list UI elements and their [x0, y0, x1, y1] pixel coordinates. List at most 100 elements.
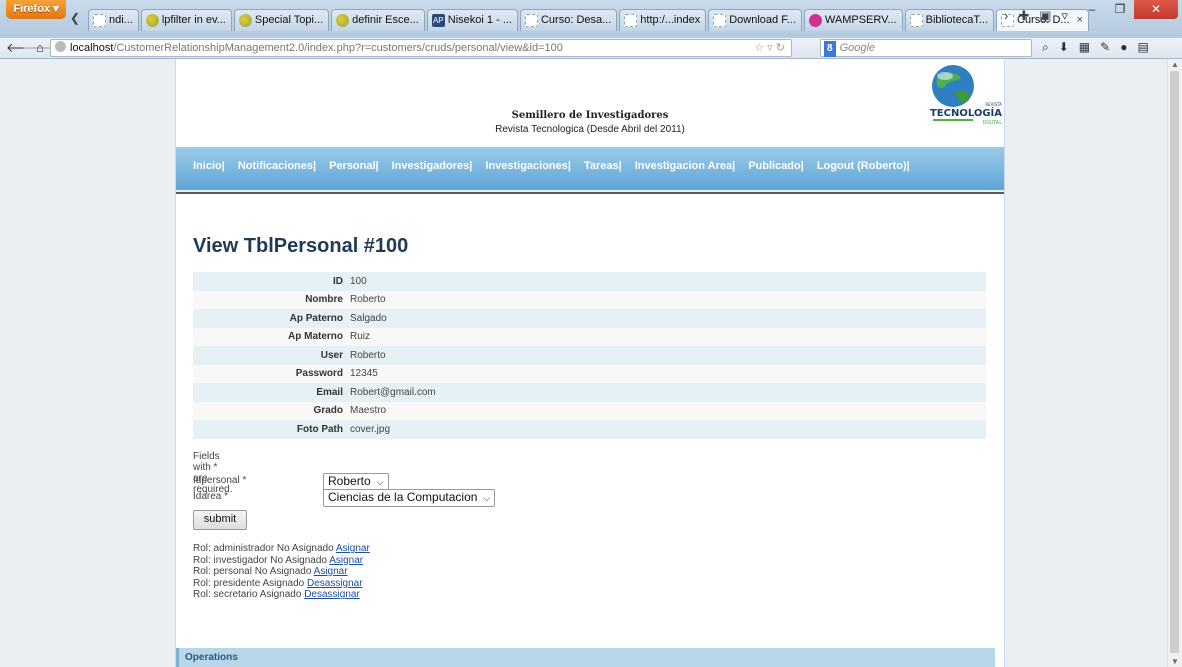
role-action-link[interactable]: Asignar [314, 566, 348, 577]
role-text: Rol: personal No Asignado [193, 566, 312, 577]
roles-list: Rol: administrador No Asignado Asignar Ro… [193, 543, 370, 601]
menu-item[interactable]: Inicio| [193, 160, 225, 172]
tab-strip: ndi... lpfilter in ev... Special Topi... de… [88, 9, 1090, 31]
idpersonal-selected-value: Roberto [328, 474, 371, 488]
idarea-selected-value: Ciencias de la Computacion [328, 490, 478, 504]
adblock-icon[interactable]: ● [1120, 40, 1127, 55]
field-value: Robert@gmail.com [350, 386, 436, 398]
chevron-down-icon: ⌵ [483, 493, 491, 503]
table-row: ID 100 [193, 272, 986, 291]
window-controls: – ❐ ✕ [1078, 0, 1178, 19]
page-title: View TblPersonal #100 [193, 235, 409, 257]
table-row: Ap Materno Ruiz [193, 327, 986, 346]
browser-tab[interactable]: AP Nisekoi 1 - ... [426, 9, 518, 31]
close-window-icon[interactable]: ✕ [1134, 0, 1178, 19]
field-label: Ap Paterno [289, 312, 343, 324]
addon-icon[interactable]: ✎ [1100, 40, 1110, 55]
menu-item[interactable]: Logout (Roberto)| [817, 160, 910, 172]
idarea-select[interactable]: Ciencias de la Computacion ⌵ [323, 489, 496, 507]
bookmark-star-icon[interactable]: ☆ [754, 42, 764, 54]
browser-tab[interactable]: lpfilter in ev... [140, 9, 232, 31]
minimize-icon[interactable]: – [1078, 0, 1106, 19]
firefox-menu-button[interactable]: Firefox ▾ [6, 0, 66, 19]
menu-item[interactable]: Investigaciones| [485, 160, 571, 172]
role-action-link[interactable]: Desassignar [307, 578, 363, 589]
field-value: Salgado [350, 312, 387, 324]
search-input[interactable]: 8 Google [820, 39, 1032, 57]
browser-tab[interactable]: ndi... [88, 9, 139, 31]
screenshot-icon[interactable]: ▦ [1079, 40, 1090, 55]
field-label: Nombre [305, 294, 343, 306]
table-row: Password 12345 [193, 364, 986, 383]
role-text: Rol: administrador No Asignado [193, 543, 334, 554]
browser-tab[interactable]: definir Esce... [331, 9, 425, 31]
menu-item[interactable]: Investigacion Area| [635, 160, 735, 172]
table-row: Nombre Roberto [193, 290, 986, 309]
role-item: Rol: administrador No Asignado Asignar [193, 543, 370, 555]
field-label: Grado [313, 405, 343, 417]
site-title: Semillero de Investigadores [511, 110, 669, 121]
logo-text-sub: DIGITAL [982, 120, 1002, 126]
operations-panel-header: Operations [176, 648, 995, 667]
page-favicon-icon [93, 14, 106, 27]
leaf-favicon-icon [145, 14, 159, 27]
site-identity-icon[interactable] [55, 41, 66, 52]
browser-tab[interactable]: Special Topi... [233, 9, 330, 31]
table-row: Ap Paterno Salgado [193, 309, 986, 328]
browser-tab-label: definir Esce... [352, 14, 419, 26]
leaf-favicon-icon [336, 14, 350, 27]
logo-text-top: REVISTA [985, 102, 1002, 107]
role-action-link[interactable]: Asignar [336, 543, 370, 554]
history-dropdown-icon[interactable]: ▿ [767, 42, 773, 54]
reload-icon[interactable]: ↻ [776, 42, 785, 54]
search-icon[interactable]: ⌕ [1042, 40, 1049, 55]
menu-item[interactable]: Notificaciones| [238, 160, 316, 172]
chevron-down-icon: ⌵ [376, 477, 384, 487]
menu-grid-icon[interactable]: ▤ [1137, 40, 1148, 55]
role-action-link[interactable]: Desassignar [304, 589, 360, 600]
menu-item[interactable]: Investigadores| [392, 160, 473, 172]
page-scrollbar[interactable]: ▲ ▼ [1167, 59, 1182, 667]
browser-tab[interactable]: http:/...index [619, 9, 707, 31]
download-icon[interactable]: ⬇ [1059, 40, 1069, 55]
role-text: Rol: secretario Asignado [193, 589, 302, 600]
submit-button[interactable]: submit [193, 510, 247, 530]
scroll-up-icon[interactable]: ▲ [1171, 60, 1179, 69]
restore-icon[interactable]: ❐ [1106, 0, 1134, 19]
page-favicon-icon [909, 14, 923, 27]
new-tab-icon[interactable]: ✚ [1018, 8, 1029, 24]
search-engine-icon[interactable]: 8 [824, 41, 836, 57]
tab-scroll-left-icon[interactable]: ❮ [70, 11, 80, 25]
role-action-link[interactable]: Asignar [329, 555, 363, 566]
tab-scroll-right-icon[interactable]: › [1004, 8, 1008, 24]
field-label: Password [295, 368, 343, 380]
role-text: Rol: investigador No Asignado [193, 554, 327, 566]
browser-tab-label: Special Topi... [254, 14, 324, 26]
browser-navigation-bar: 🡐 🡒 ⌂ localhost/CustomerRelationshipMana… [0, 38, 1182, 59]
home-icon[interactable]: ⌂ [36, 40, 44, 55]
page-container: Semillero de Investigadores Revista Tecn… [175, 59, 1005, 667]
url-path: /CustomerRelationshipManagement2.0/index… [113, 42, 563, 54]
browser-tab[interactable]: BibliotecaT... [904, 9, 994, 31]
field-label: Foto Path [296, 423, 343, 435]
field-value: cover.jpg [350, 423, 391, 435]
url-bar[interactable]: localhost/CustomerRelationshipManagement… [50, 39, 792, 57]
browser-tab[interactable]: Download F... [708, 9, 802, 31]
leaf-favicon-icon [238, 14, 252, 27]
url-host: localhost [70, 42, 114, 54]
tab-groups-icon[interactable]: ▣ [1039, 8, 1051, 24]
scroll-down-icon[interactable]: ▼ [1171, 657, 1179, 666]
role-item: Rol: investigador No Asignado Asignar [193, 555, 370, 567]
main-menu-list: Inicio| Notificaciones| Personal| Investiga… [176, 147, 953, 173]
menu-item[interactable]: Personal| [329, 160, 379, 172]
idpersonal-label: Idpersonal * [193, 475, 247, 486]
menu-item[interactable]: Publicado| [748, 160, 804, 172]
field-value: 12345 [350, 368, 378, 380]
menu-divider [176, 192, 1004, 194]
browser-tab[interactable]: WAMPSERV... [803, 9, 903, 31]
scrollbar-thumb[interactable] [1170, 71, 1179, 653]
list-all-tabs-icon[interactable]: ▿ [1062, 8, 1069, 24]
browser-tab[interactable]: Curso: Desa... [519, 9, 618, 31]
menu-item[interactable]: Tareas| [584, 160, 622, 172]
page-favicon-icon [524, 14, 538, 27]
